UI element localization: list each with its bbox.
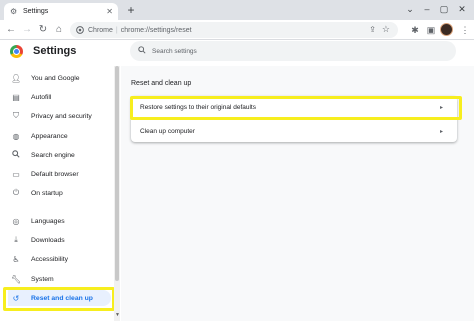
tab-close-icon[interactable]: ✕	[106, 7, 113, 16]
sidebar-item-label: Autofill	[31, 93, 52, 101]
restore-highlight-box	[130, 96, 462, 120]
share-icon[interactable]: ⇪	[369, 25, 376, 34]
browser-window: ⚙ Settings ✕ + ⌄ – ▢ ✕ ← → ↻ ⌂ Chrome | …	[0, 0, 474, 321]
palette-icon: ◍	[12, 131, 20, 141]
search-placeholder: Search settings	[152, 47, 197, 55]
sidebar-item-label: Search engine	[31, 151, 75, 159]
sidebar-item-label: Default browser	[31, 170, 79, 178]
search-icon	[138, 46, 146, 56]
sidebar-item-label: On startup	[31, 189, 63, 197]
sidebar-item-default-browser[interactable]: ▭ Default browser	[0, 166, 112, 182]
sidebar-scrollbar-thumb[interactable]	[115, 66, 119, 281]
accessibility-icon: ♿︎	[12, 254, 20, 264]
sidebar-item-system[interactable]: 🔧︎ System	[0, 271, 112, 287]
sidebar-item-languages[interactable]: ◎ Languages	[0, 213, 112, 229]
sidebar-item-label: Accessibility	[31, 255, 69, 263]
forward-arrow-icon[interactable]: →	[20, 23, 34, 37]
sidebar-item-label: System	[31, 275, 54, 283]
tab-settings[interactable]: ⚙ Settings ✕	[4, 3, 118, 20]
home-icon[interactable]: ⌂	[52, 23, 66, 37]
reload-icon[interactable]: ↻	[36, 23, 50, 37]
scroll-down-arrow-icon[interactable]: ▼	[115, 312, 120, 318]
sidebar-item-you-and-google[interactable]: 👤︎ You and Google	[0, 70, 112, 86]
sidebar-item-label: You and Google	[31, 74, 80, 82]
search-icon	[11, 150, 21, 160]
address-bar[interactable]: Chrome | chrome://settings/reset ⇪ ☆	[70, 22, 398, 38]
sidebar-item-accessibility[interactable]: ♿︎ Accessibility	[0, 251, 112, 267]
minimize-button[interactable]: –	[419, 2, 435, 16]
sidebar-item-label: Languages	[31, 217, 65, 225]
tab-search-icon[interactable]: ⌄	[402, 2, 418, 16]
back-arrow-icon[interactable]: ←	[4, 23, 18, 37]
person-icon: 👤︎	[11, 73, 22, 83]
browser-toolbar: ← → ↻ ⌂ Chrome | chrome://settings/reset…	[0, 20, 474, 40]
globe-icon: ◎	[12, 216, 20, 226]
sidebar-item-search-engine[interactable]: Search engine	[0, 147, 112, 163]
shield-icon: ⛉	[13, 111, 19, 120]
avatar[interactable]	[440, 23, 453, 36]
sidebar-highlight-box	[3, 287, 115, 311]
browser-icon: ▭	[12, 169, 20, 179]
close-window-button[interactable]: ✕	[454, 2, 470, 16]
tab-title: Settings	[23, 8, 49, 15]
wrench-icon: 🔧︎	[11, 274, 22, 284]
download-icon: ⤓	[14, 235, 18, 244]
sidebar-item-label: Appearance	[31, 132, 68, 140]
maximize-button[interactable]: ▢	[436, 2, 452, 16]
clipboard-icon: ▤	[12, 92, 20, 102]
tab-strip: ⚙ Settings ✕ + ⌄ – ▢ ✕	[0, 0, 474, 20]
sidebar-item-appearance[interactable]: ◍ Appearance	[0, 128, 112, 144]
search-input[interactable]: Search settings	[130, 41, 456, 61]
settings-sidebar: 👤︎ You and Google ▤ Autofill ⛉ Privacy a…	[0, 66, 118, 321]
url-separator: |	[115, 26, 118, 34]
new-tab-button[interactable]: +	[124, 3, 138, 17]
clean-up-computer-row[interactable]: Clean up computer ▸	[131, 119, 457, 142]
chrome-site-icon	[76, 26, 84, 34]
sidebar-item-label: Downloads	[31, 236, 65, 244]
row-label: Clean up computer	[140, 127, 195, 135]
more-menu-icon[interactable]: ⋮	[458, 23, 472, 37]
sidebar-item-autofill[interactable]: ▤ Autofill	[0, 89, 112, 105]
power-icon: ⏻	[12, 188, 20, 197]
sidebar-item-downloads[interactable]: ⤓ Downloads	[0, 232, 112, 248]
page-title: Settings	[33, 45, 77, 57]
site-label: Chrome	[88, 26, 113, 34]
side-panel-icon[interactable]: ▣	[424, 23, 438, 37]
sidebar-item-privacy[interactable]: ⛉ Privacy and security	[0, 108, 112, 124]
gear-icon: ⚙	[10, 7, 18, 16]
chrome-logo-icon	[10, 45, 23, 58]
section-title: Reset and clean up	[131, 80, 192, 87]
sidebar-item-on-startup[interactable]: ⏻ On startup	[0, 185, 112, 201]
url-text: chrome://settings/reset	[120, 26, 192, 34]
chevron-right-icon: ▸	[439, 128, 443, 135]
sidebar-item-label: Privacy and security	[31, 112, 92, 120]
bookmark-star-icon[interactable]: ☆	[382, 24, 390, 35]
extensions-icon[interactable]: ✱	[408, 23, 422, 37]
